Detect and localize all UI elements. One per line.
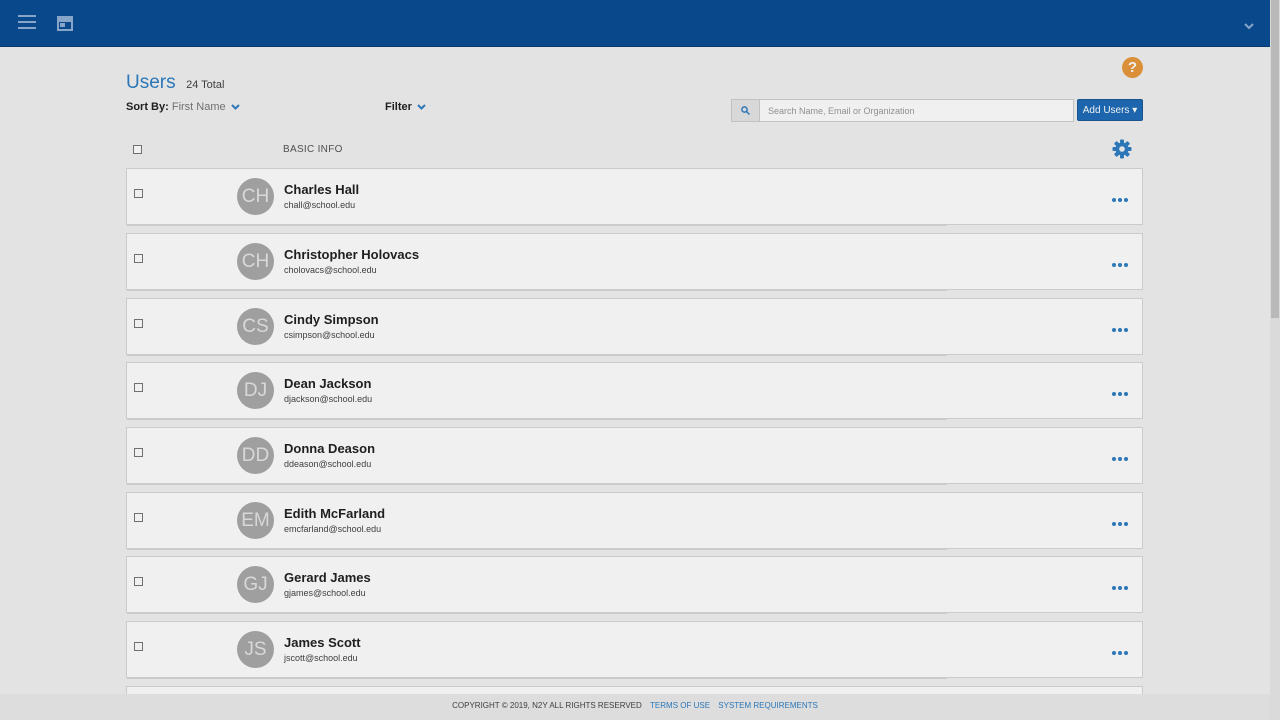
account-chevron-down-icon[interactable]	[1244, 17, 1254, 35]
user-name[interactable]: Donna Deason	[284, 441, 375, 456]
user-name[interactable]: James Scott	[284, 635, 361, 650]
avatar: JS	[237, 631, 274, 668]
user-name[interactable]: Cindy Simpson	[284, 312, 379, 327]
user-row: GJ Gerard James gjames@school.edu	[126, 556, 1143, 614]
row-divider	[127, 225, 947, 226]
user-email: cholovacs@school.edu	[284, 265, 377, 275]
user-email: ddeason@school.edu	[284, 459, 372, 469]
user-name[interactable]: Gerard James	[284, 570, 371, 585]
search-icon	[741, 106, 750, 115]
help-icon[interactable]: ?	[1122, 57, 1143, 78]
row-divider	[127, 678, 947, 679]
search-button[interactable]	[732, 100, 760, 121]
search-box	[731, 99, 1074, 122]
user-row-partial	[126, 686, 1143, 694]
avatar: CH	[237, 178, 274, 215]
more-options-icon[interactable]	[1112, 319, 1130, 332]
avatar: GJ	[237, 566, 274, 603]
chevron-down-icon	[230, 104, 240, 111]
row-divider	[127, 419, 947, 420]
avatar: CH	[237, 243, 274, 280]
scrollbar-thumb[interactable]	[1271, 0, 1279, 318]
user-row: JS James Scott jscott@school.edu	[126, 621, 1143, 679]
row-checkbox[interactable]	[134, 448, 143, 457]
add-users-button[interactable]: Add Users ▾	[1077, 99, 1143, 121]
filter-dropdown[interactable]: Filter	[385, 101, 426, 113]
row-divider	[127, 290, 947, 291]
user-name[interactable]: Edith McFarland	[284, 506, 385, 521]
user-email: jscott@school.edu	[284, 653, 358, 663]
select-all-checkbox[interactable]	[133, 145, 142, 154]
more-options-icon[interactable]	[1112, 189, 1130, 202]
more-options-icon[interactable]	[1112, 383, 1130, 396]
page-scrollbar[interactable]	[1270, 0, 1280, 720]
page-title: Users	[126, 72, 176, 93]
storefront-icon[interactable]	[56, 15, 74, 36]
avatar: EM	[237, 502, 274, 539]
row-divider	[127, 355, 947, 356]
more-options-icon[interactable]	[1112, 513, 1130, 526]
user-email: emcfarland@school.edu	[284, 524, 382, 534]
page-footer: COPYRIGHT © 2019, N2Y ALL RIGHTS RESERVE…	[0, 694, 1270, 720]
total-count: 24 Total	[186, 79, 225, 91]
row-divider	[127, 613, 947, 614]
avatar: CS	[237, 308, 274, 345]
chevron-down-icon	[417, 104, 426, 111]
row-checkbox[interactable]	[134, 513, 143, 522]
search-input[interactable]	[766, 102, 1070, 120]
user-row: CH Charles Hall chall@school.edu	[126, 168, 1143, 226]
hamburger-icon[interactable]	[18, 15, 36, 31]
row-divider	[127, 484, 947, 485]
row-checkbox[interactable]	[134, 319, 143, 328]
user-name[interactable]: Charles Hall	[284, 182, 359, 197]
row-checkbox[interactable]	[134, 577, 143, 586]
row-divider	[127, 549, 947, 550]
user-row: CH Christopher Holovacs cholovacs@school…	[126, 233, 1143, 291]
more-options-icon[interactable]	[1112, 577, 1130, 590]
gear-icon[interactable]	[1112, 139, 1132, 164]
row-checkbox[interactable]	[134, 189, 143, 198]
sort-value: First Name	[171, 101, 226, 113]
filter-label: Filter	[385, 101, 412, 113]
more-options-icon[interactable]	[1112, 254, 1130, 267]
page-header: Users 24 Total	[126, 72, 224, 94]
system-requirements-link[interactable]: SYSTEM REQUIREMENTS	[718, 701, 818, 710]
footer-copyright: COPYRIGHT © 2019, N2Y ALL RIGHTS RESERVE…	[452, 701, 642, 710]
user-email: csimpson@school.edu	[284, 330, 375, 340]
user-email: djackson@school.edu	[284, 394, 373, 404]
sort-label: Sort By:	[126, 101, 169, 113]
top-nav-bar	[0, 0, 1270, 47]
row-checkbox[interactable]	[134, 383, 143, 392]
user-email: gjames@school.edu	[284, 588, 366, 598]
user-row: EM Edith McFarland emcfarland@school.edu	[126, 492, 1143, 550]
user-email: chall@school.edu	[284, 200, 356, 210]
more-options-icon[interactable]	[1112, 448, 1130, 461]
row-checkbox[interactable]	[134, 642, 143, 651]
avatar: DD	[237, 437, 274, 474]
sort-dropdown[interactable]: Sort By: First Name	[126, 101, 240, 113]
user-row: DD Donna Deason ddeason@school.edu	[126, 427, 1143, 485]
user-name[interactable]: Christopher Holovacs	[284, 247, 419, 262]
more-options-icon[interactable]	[1112, 642, 1130, 655]
user-row: DJ Dean Jackson djackson@school.edu	[126, 362, 1143, 420]
user-row: CS Cindy Simpson csimpson@school.edu	[126, 298, 1143, 356]
column-header-basic-info: BASIC INFO	[283, 144, 343, 155]
user-name[interactable]: Dean Jackson	[284, 376, 371, 391]
terms-of-use-link[interactable]: TERMS OF USE	[650, 701, 710, 710]
row-checkbox[interactable]	[134, 254, 143, 263]
avatar: DJ	[237, 372, 274, 409]
